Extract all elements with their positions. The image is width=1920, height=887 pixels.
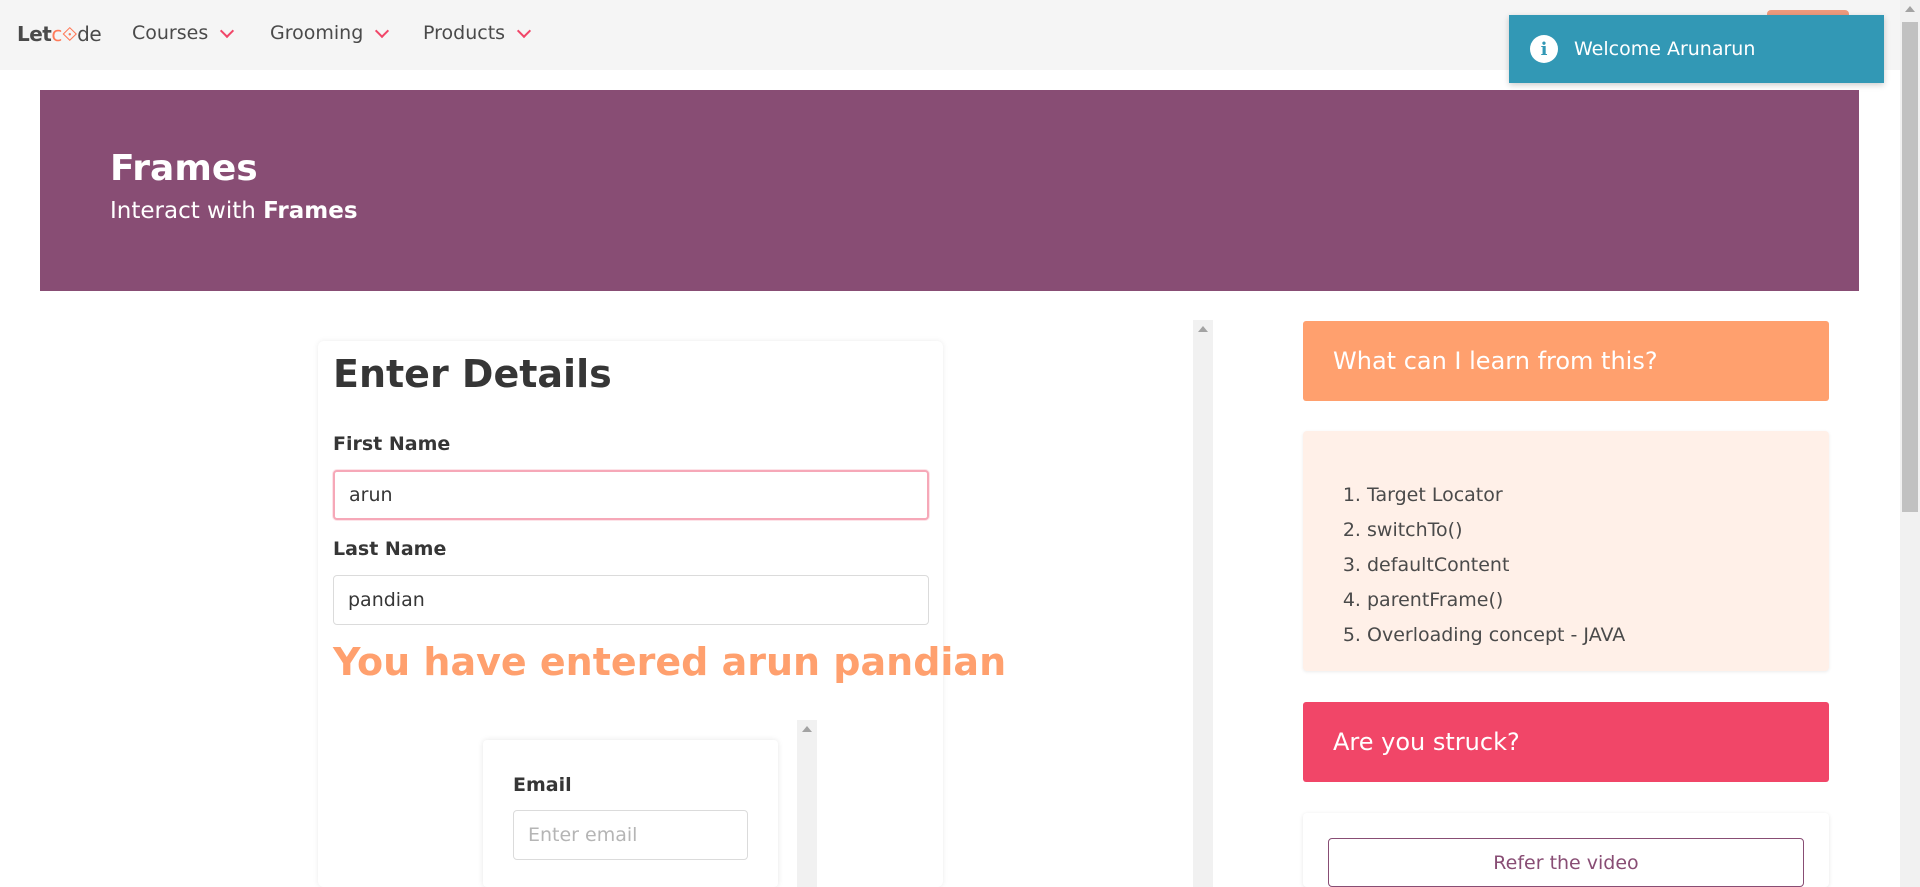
nav-grooming[interactable]: Grooming: [270, 22, 390, 44]
nav-products[interactable]: Products: [423, 22, 532, 44]
learn-card-header: What can I learn from this?: [1303, 321, 1829, 401]
list-item: switchTo(): [1367, 513, 1625, 548]
page-scrollbar-thumb[interactable]: [1902, 22, 1918, 512]
first-name-input[interactable]: arun: [333, 470, 929, 520]
inner-frame-scrollbar[interactable]: [797, 720, 817, 887]
first-name-label: First Name: [333, 433, 451, 455]
scroll-up-icon[interactable]: [1905, 6, 1915, 12]
email-label: Email: [513, 774, 572, 796]
info-icon: i: [1530, 35, 1558, 63]
chevron-down-icon: [375, 23, 390, 39]
learn-list-card: Target Locator switchTo() defaultContent…: [1303, 431, 1829, 671]
welcome-toast[interactable]: i Welcome Arunarun: [1509, 15, 1884, 83]
struck-card-header: Are you struck?: [1303, 702, 1829, 782]
page-title: Frames: [110, 148, 258, 189]
list-item: Target Locator: [1367, 478, 1625, 513]
outer-frame-scrollbar[interactable]: [1193, 320, 1213, 887]
entered-result-text: You have entered arun pandian: [333, 640, 1007, 684]
last-name-label: Last Name: [333, 538, 447, 560]
email-input[interactable]: Enter email: [513, 810, 748, 860]
list-item: defaultContent: [1367, 548, 1625, 583]
refer-video-button[interactable]: Refer the video: [1328, 838, 1804, 887]
list-item: Overloading concept - JAVA: [1367, 618, 1625, 653]
code-glyph-icon: ⟐: [61, 22, 78, 46]
chevron-down-icon: [220, 23, 235, 39]
letcode-logo[interactable]: Letc⟐de: [17, 22, 102, 46]
nav-courses[interactable]: Courses: [132, 22, 235, 44]
toast-message: Welcome Arunarun: [1574, 38, 1756, 60]
hero-banner: Frames Interact with Frames: [40, 90, 1859, 291]
frame-heading: Enter Details: [333, 352, 612, 396]
page-subtitle: Interact with Frames: [110, 198, 358, 224]
scroll-up-icon[interactable]: [802, 726, 812, 732]
last-name-input[interactable]: pandian: [333, 575, 929, 625]
scroll-up-icon[interactable]: [1198, 326, 1208, 332]
list-item: parentFrame(): [1367, 583, 1625, 618]
chevron-down-icon: [516, 23, 532, 39]
learn-list: Target Locator switchTo() defaultContent…: [1367, 478, 1625, 653]
